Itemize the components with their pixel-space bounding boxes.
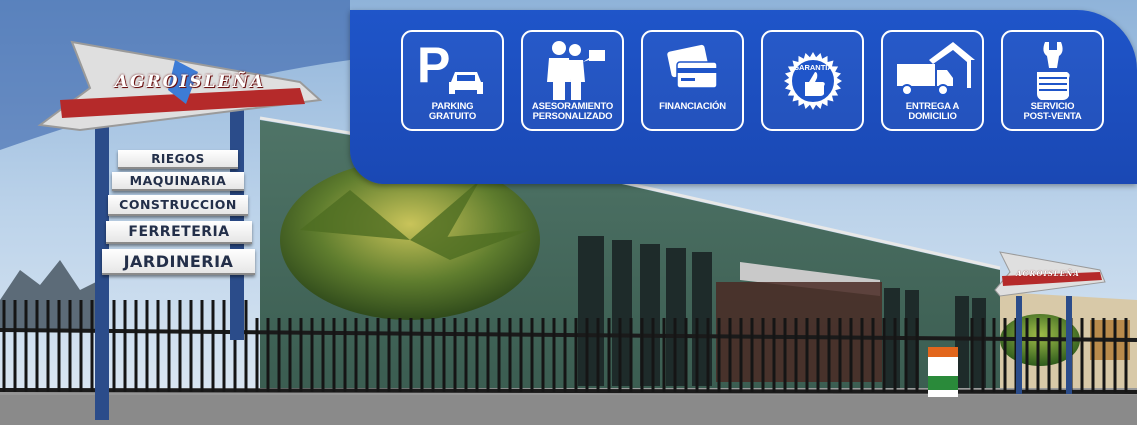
logo-wordmark-small: AGROISLEÑA <box>1016 269 1080 278</box>
sign-board-riegos: RIEGOS <box>118 150 238 169</box>
logo-wordmark: AGROISLEÑA <box>114 72 266 92</box>
credit-card-icon <box>666 44 718 89</box>
service-after-sales[interactable]: SERVICIO POST-VENTA <box>1001 30 1104 131</box>
base-wall <box>0 395 1137 425</box>
delivery-truck-icon <box>896 42 975 96</box>
svg-text:P: P <box>417 38 450 93</box>
service-delivery[interactable]: ENTREGA A DOMICILIO <box>881 30 984 131</box>
services-banner: P PARKING GRATUITO ASESORAMIENTO PERSONA… <box>350 10 1137 184</box>
service-label: ENTREGA A DOMICILIO <box>905 101 960 122</box>
service-label: PARKING GRATUITO <box>428 101 477 122</box>
advisor-icon <box>546 41 605 100</box>
service-label: FINANCIACIÓN <box>659 101 726 112</box>
guarantee-seal-icon: GARANTIA <box>783 52 842 110</box>
guarantee-badge-text: GARANTIA <box>793 63 833 72</box>
wrench-thumbs-up-icon <box>1036 42 1070 100</box>
service-advisor[interactable]: ASESORAMIENTO PERSONALIZADO <box>521 30 624 131</box>
service-finance[interactable]: FINANCIACIÓN <box>641 30 744 131</box>
service-label: ASESORAMIENTO PERSONALIZADO <box>531 101 614 122</box>
sign-board-ferreteria: FERRETERIA <box>106 221 252 244</box>
sign-board-construccion: CONSTRUCCION <box>108 195 248 216</box>
service-guarantee[interactable]: GARANTIA <box>761 30 864 131</box>
parking-icon: P <box>417 38 483 94</box>
service-parking[interactable]: P PARKING GRATUITO <box>401 30 504 131</box>
service-label: SERVICIO POST-VENTA <box>1023 101 1082 122</box>
sign-board-maquinaria: MAQUINARIA <box>112 172 244 191</box>
sign-board-jardineria: JARDINERIA <box>102 249 255 275</box>
